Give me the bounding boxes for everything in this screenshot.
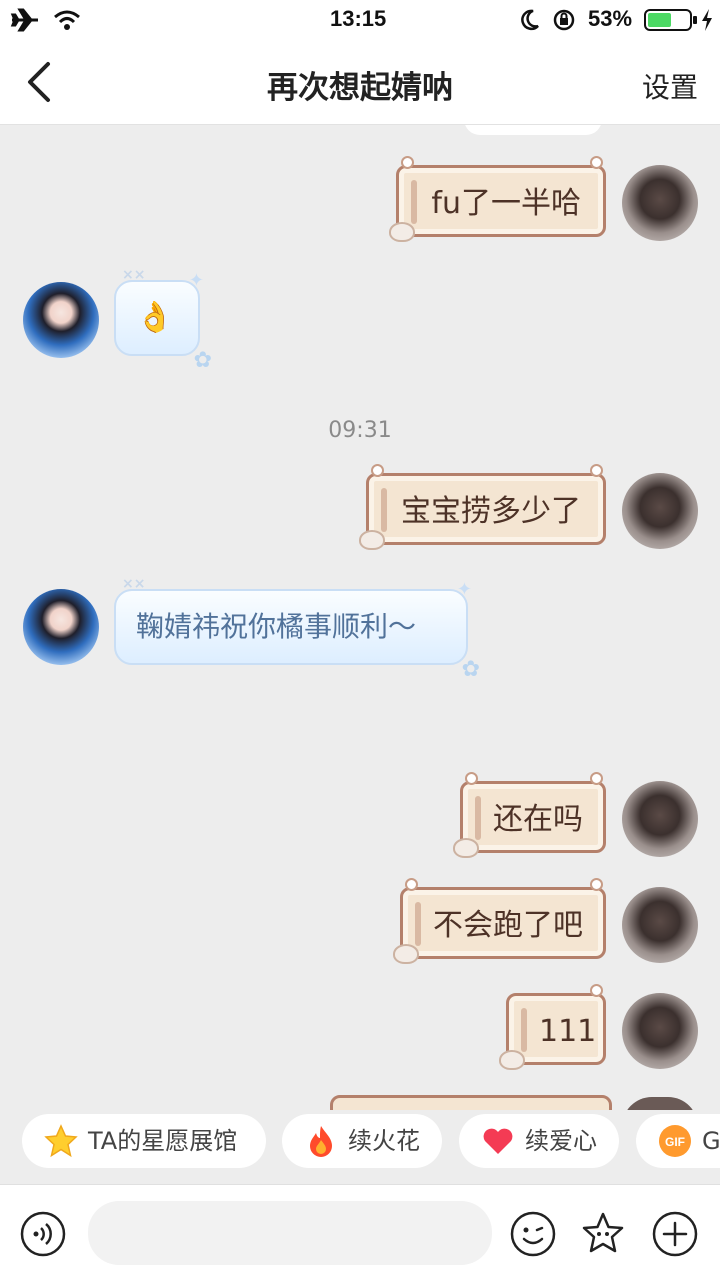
my-avatar[interactable] <box>622 781 698 857</box>
charging-icon <box>702 9 712 31</box>
moon-icon <box>521 9 539 31</box>
emoji-icon[interactable] <box>510 1211 556 1257</box>
chip-label: G <box>702 1127 720 1155</box>
my-avatar[interactable] <box>622 993 698 1069</box>
message-bubble-contact[interactable]: ×× ✦ ✿ 鞠婧祎祝你橘事顺利～ <box>114 577 480 681</box>
heart-icon <box>483 1128 513 1154</box>
message-text: 还在吗 <box>493 802 583 837</box>
voice-icon[interactable] <box>20 1211 66 1257</box>
nav-bar: 再次想起婧呐 设置 <box>0 40 720 125</box>
message-text: 鞠婧祎祝你橘事顺利～ <box>136 610 417 643</box>
my-avatar[interactable] <box>622 165 698 241</box>
battery-icon <box>644 9 697 31</box>
chip-heart[interactable]: 续爱心 <box>459 1114 619 1168</box>
wifi-icon <box>54 10 80 30</box>
page-title: 再次想起婧呐 <box>267 70 453 106</box>
message-bubble-mine[interactable]: 还在吗 <box>453 772 606 858</box>
chip-fire[interactable]: 续火花 <box>282 1114 442 1168</box>
message-text: 宝宝捞多少了 <box>401 494 581 529</box>
message-input[interactable] <box>88 1201 492 1265</box>
contact-avatar[interactable] <box>23 282 99 358</box>
chip-label: TA的星愿展馆 <box>88 1127 238 1155</box>
message-bubble-contact[interactable]: ×× ✦ ✿ 👌 <box>114 268 212 372</box>
clock: 13:15 <box>330 6 387 31</box>
chat-area[interactable]: fu了一半哈 ×× ✦ ✿ 👌 09:31 宝宝捞多少了 ×× ✦ ✿ 鞠婧祎祝你橘事顺… <box>0 125 720 1110</box>
partial-message-bubble <box>464 125 602 135</box>
svg-text:GIF: GIF <box>665 1135 685 1149</box>
star-icon <box>44 1124 78 1158</box>
message-timestamp: 09:31 <box>328 418 392 443</box>
message-text: 不会跑了吧 <box>433 908 583 943</box>
status-bar: 13:15 53% <box>0 0 720 40</box>
ok-hand-emoji: 👌 <box>136 300 174 335</box>
message-bubble-mine[interactable]: 宝宝捞多少了 <box>359 464 606 550</box>
chip-label: 续爱心 <box>525 1127 597 1155</box>
rotation-lock-icon <box>553 9 575 31</box>
chip-gif[interactable]: GIF G <box>636 1114 720 1168</box>
message-text: 111 <box>539 1014 597 1049</box>
my-avatar[interactable] <box>622 887 698 963</box>
chip-label: 续火花 <box>348 1127 420 1155</box>
gif-icon: GIF <box>659 1125 691 1157</box>
message-bubble-mine[interactable]: fu了一半哈 <box>389 156 606 242</box>
message-input-bar <box>0 1184 720 1281</box>
settings-button[interactable]: 设置 <box>642 66 698 106</box>
contact-avatar[interactable] <box>23 589 99 665</box>
message-bubble-mine[interactable]: 111 <box>499 984 606 1070</box>
message-text: fu了一半哈 <box>431 186 581 221</box>
quick-action-chips: TA的星愿展馆 续火花 续爱心 GIF G <box>0 1108 720 1180</box>
sticker-star-icon[interactable] <box>580 1211 626 1257</box>
battery-percent: 53% <box>588 6 633 31</box>
fire-icon <box>310 1126 332 1157</box>
my-avatar[interactable] <box>622 473 698 549</box>
airplane-icon <box>10 8 38 32</box>
add-icon[interactable] <box>652 1211 698 1257</box>
message-bubble-mine[interactable]: 不会跑了吧 <box>393 878 606 964</box>
chip-star-wish[interactable]: TA的星愿展馆 <box>22 1114 266 1168</box>
